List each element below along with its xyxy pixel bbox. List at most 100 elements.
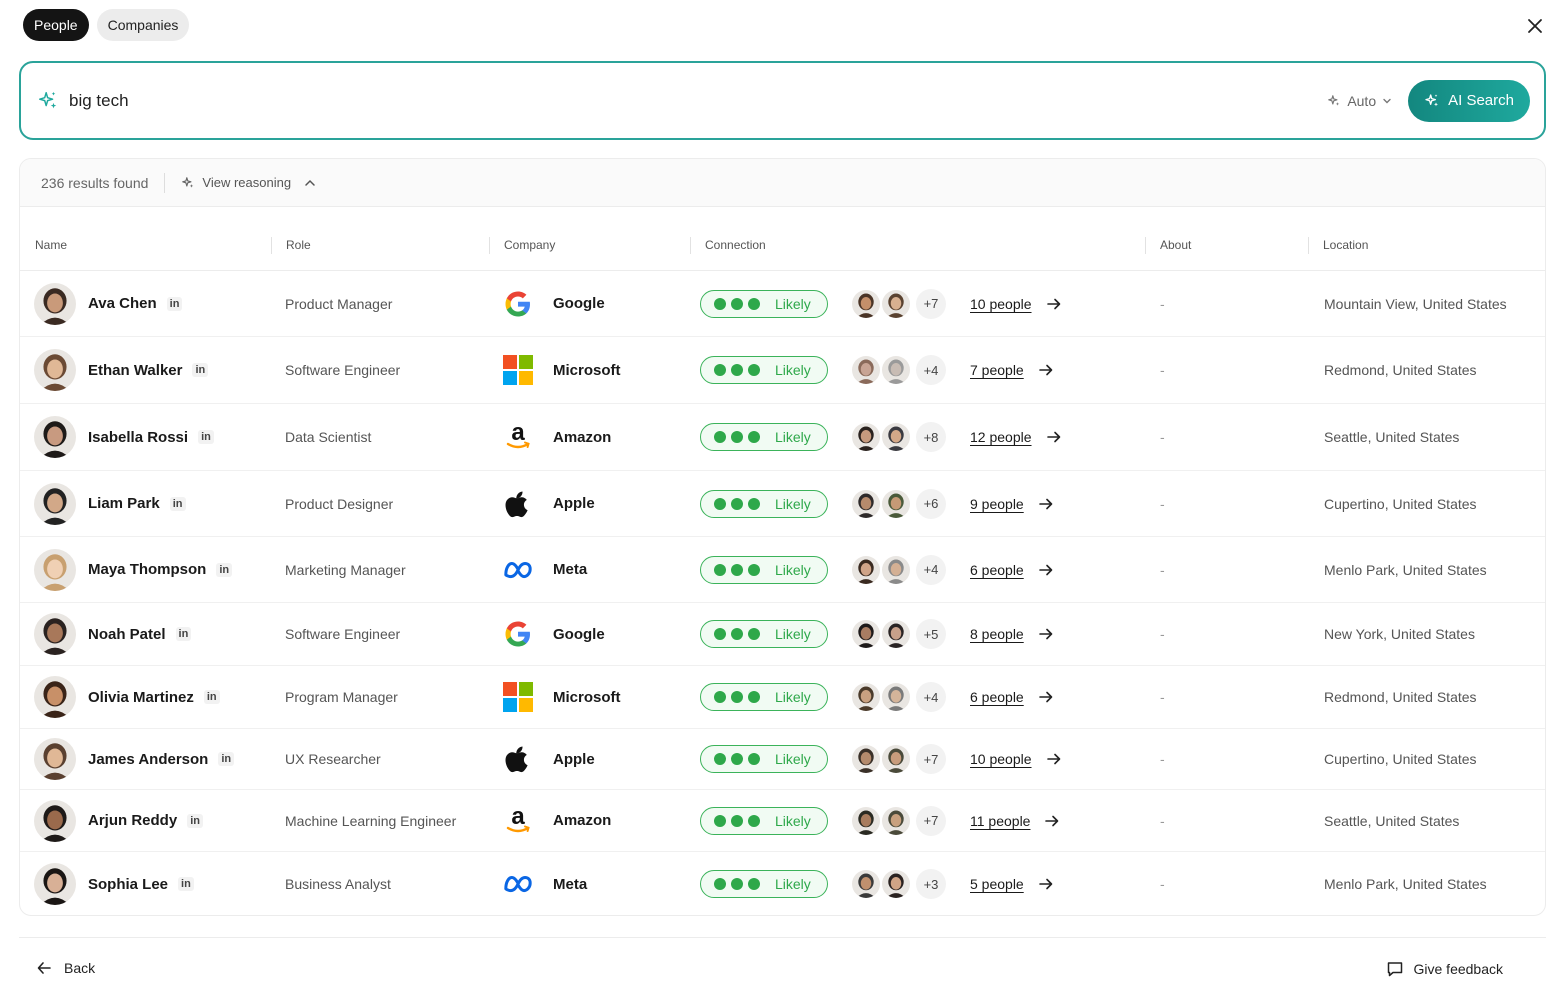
mutual-avatar[interactable] bbox=[880, 421, 912, 453]
tab-companies[interactable]: Companies bbox=[96, 9, 190, 41]
company-name[interactable]: Microsoft bbox=[553, 689, 621, 706]
arrow-right-icon[interactable] bbox=[1038, 496, 1054, 512]
table-row[interactable]: Arjun Reddy in Machine Learning Engineer… bbox=[20, 790, 1545, 852]
linkedin-icon[interactable]: in bbox=[203, 690, 220, 704]
view-reasoning-toggle[interactable]: View reasoning bbox=[181, 175, 316, 190]
give-feedback-button[interactable]: Give feedback bbox=[1386, 960, 1503, 978]
mutual-avatar[interactable] bbox=[850, 743, 882, 775]
arrow-right-icon[interactable] bbox=[1046, 296, 1062, 312]
people-link[interactable]: 9 people bbox=[970, 496, 1024, 512]
people-link[interactable]: 11 people bbox=[970, 813, 1030, 829]
company-name[interactable]: Apple bbox=[553, 495, 595, 512]
table-row[interactable]: James Anderson in UX Researcher Apple Li… bbox=[20, 729, 1545, 790]
column-header-company[interactable]: Company bbox=[504, 238, 555, 252]
linkedin-icon[interactable]: in bbox=[166, 296, 183, 311]
mutual-avatar[interactable] bbox=[850, 421, 882, 453]
table-row[interactable]: Ethan Walker in Software Engineer Micros… bbox=[20, 337, 1545, 404]
mutual-avatar[interactable] bbox=[880, 487, 912, 520]
arrow-right-icon[interactable] bbox=[1038, 562, 1054, 578]
company-name[interactable]: Meta bbox=[553, 876, 587, 893]
person-name[interactable]: Liam Park bbox=[88, 495, 160, 512]
strength-dot bbox=[748, 628, 760, 640]
mutual-avatar[interactable] bbox=[880, 681, 912, 713]
linkedin-icon[interactable]: in bbox=[216, 562, 233, 577]
role-cell: Software Engineer bbox=[285, 362, 400, 378]
close-button[interactable] bbox=[1523, 14, 1547, 38]
company-name[interactable]: Amazon bbox=[553, 429, 611, 446]
mutual-avatar[interactable] bbox=[850, 618, 882, 650]
mutual-avatar[interactable] bbox=[880, 804, 912, 837]
person-name[interactable]: Maya Thompson bbox=[88, 561, 206, 578]
ai-search-button[interactable]: AI Search bbox=[1408, 79, 1530, 122]
location-text: Seattle, United States bbox=[1324, 812, 1460, 829]
table-row[interactable]: Olivia Martinez in Program Manager Micro… bbox=[20, 666, 1545, 729]
company-name[interactable]: Apple bbox=[553, 751, 595, 768]
table-row[interactable]: Ava Chen in Product Manager Google Likel… bbox=[20, 271, 1545, 337]
mutual-avatar[interactable] bbox=[850, 354, 882, 386]
person-name[interactable]: Noah Patel bbox=[88, 626, 166, 643]
person-name[interactable]: Ethan Walker bbox=[88, 362, 182, 379]
column-header-role[interactable]: Role bbox=[286, 238, 311, 252]
mutual-avatar[interactable] bbox=[850, 553, 882, 586]
linkedin-icon[interactable]: in bbox=[175, 627, 192, 641]
company-name[interactable]: Meta bbox=[553, 561, 587, 578]
table-row[interactable]: Liam Park in Product Designer Apple Like… bbox=[20, 471, 1545, 537]
mutual-avatar[interactable] bbox=[880, 868, 912, 900]
mutual-avatar[interactable] bbox=[850, 868, 882, 900]
arrow-right-icon[interactable] bbox=[1038, 362, 1054, 378]
mutual-avatar[interactable] bbox=[850, 804, 882, 837]
linkedin-icon[interactable]: in bbox=[218, 752, 235, 766]
person-name[interactable]: Ava Chen bbox=[88, 295, 157, 312]
person-name[interactable]: Olivia Martinez bbox=[88, 689, 194, 706]
company-name[interactable]: Microsoft bbox=[553, 362, 621, 379]
company-name[interactable]: Amazon bbox=[553, 812, 611, 829]
people-link[interactable]: 10 people bbox=[970, 751, 1032, 767]
arrow-right-icon[interactable] bbox=[1046, 751, 1062, 767]
back-button[interactable]: Back bbox=[36, 960, 95, 976]
people-link[interactable]: 6 people bbox=[970, 689, 1024, 705]
mutual-avatar[interactable] bbox=[850, 487, 882, 520]
person-name[interactable]: Sophia Lee bbox=[88, 876, 168, 893]
people-link[interactable]: 7 people bbox=[970, 362, 1024, 378]
person-name[interactable]: Arjun Reddy bbox=[88, 812, 177, 829]
linkedin-icon[interactable]: in bbox=[187, 813, 203, 828]
mutual-avatar[interactable] bbox=[850, 287, 882, 320]
search-input[interactable] bbox=[69, 90, 1328, 111]
linkedin-icon[interactable]: in bbox=[198, 430, 214, 444]
mutual-avatar[interactable] bbox=[880, 553, 912, 586]
linkedin-icon[interactable]: in bbox=[169, 496, 186, 511]
people-link[interactable]: 5 people bbox=[970, 876, 1024, 892]
person-name[interactable]: Isabella Rossi bbox=[88, 429, 188, 446]
arrow-right-icon[interactable] bbox=[1038, 876, 1054, 892]
arrow-right-icon[interactable] bbox=[1046, 429, 1062, 445]
people-link[interactable]: 6 people bbox=[970, 562, 1024, 578]
mutual-avatar[interactable] bbox=[880, 618, 912, 650]
mode-select[interactable]: Auto bbox=[1327, 93, 1392, 109]
tab-people[interactable]: People bbox=[23, 9, 89, 41]
arrow-right-icon[interactable] bbox=[1038, 689, 1054, 705]
column-header-name[interactable]: Name bbox=[35, 238, 67, 252]
arrow-right-icon[interactable] bbox=[1044, 813, 1060, 829]
table-row[interactable]: Noah Patel in Software Engineer Google L… bbox=[20, 603, 1545, 666]
arrow-right-icon[interactable] bbox=[1038, 626, 1054, 642]
company-cell: Meta bbox=[503, 555, 587, 585]
linkedin-icon[interactable]: in bbox=[178, 877, 194, 891]
mutual-avatar[interactable] bbox=[850, 681, 882, 713]
column-header-connection[interactable]: Connection bbox=[705, 238, 766, 252]
table-row[interactable]: Isabella Rossi in Data Scientist a Amazo… bbox=[20, 404, 1545, 471]
linkedin-icon[interactable]: in bbox=[192, 363, 209, 377]
mutual-avatar[interactable] bbox=[880, 354, 912, 386]
column-header-about[interactable]: About bbox=[1160, 238, 1191, 252]
mutual-avatar[interactable] bbox=[880, 287, 912, 320]
person-name[interactable]: James Anderson bbox=[88, 751, 208, 768]
role-text: Machine Learning Engineer bbox=[285, 812, 457, 829]
mutual-avatar[interactable] bbox=[880, 743, 912, 775]
people-link[interactable]: 12 people bbox=[970, 429, 1032, 445]
company-name[interactable]: Google bbox=[553, 295, 605, 312]
people-link[interactable]: 10 people bbox=[970, 296, 1032, 312]
people-link[interactable]: 8 people bbox=[970, 626, 1024, 642]
table-row[interactable]: Sophia Lee in Business Analyst Meta Like… bbox=[20, 852, 1545, 915]
company-name[interactable]: Google bbox=[553, 626, 605, 643]
column-header-location[interactable]: Location bbox=[1323, 238, 1368, 252]
table-row[interactable]: Maya Thompson in Marketing Manager Meta … bbox=[20, 537, 1545, 603]
